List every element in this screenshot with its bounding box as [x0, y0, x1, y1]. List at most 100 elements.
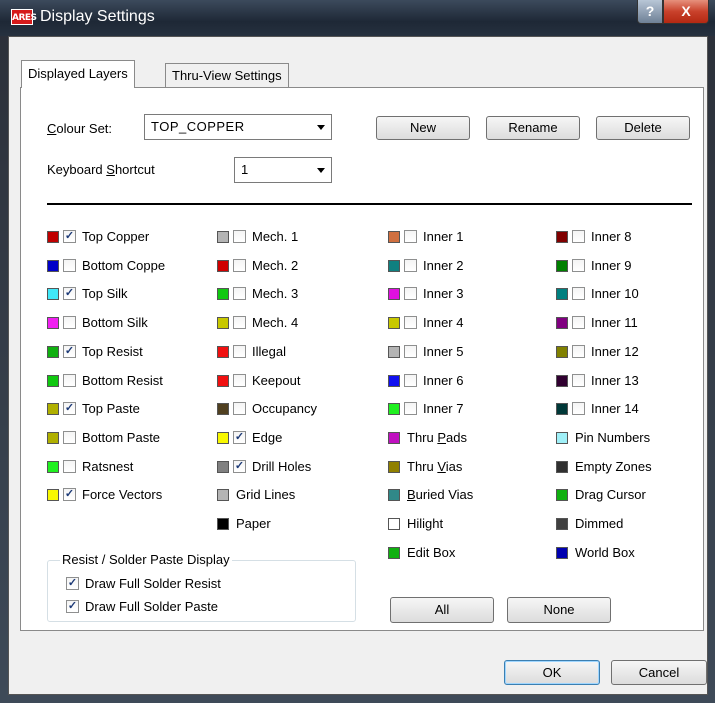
delete-button[interactable]: Delete — [596, 116, 690, 140]
layer-row-force-vectors[interactable]: ✓ Force Vectors — [47, 486, 207, 504]
layer-row-paper[interactable]: Paper — [217, 515, 377, 533]
keyboard-shortcut-dropdown[interactable]: 1 — [234, 157, 332, 183]
layer-visibility-checkbox[interactable] — [572, 402, 585, 415]
layer-row-mech-4[interactable]: Mech. 4 — [217, 314, 377, 332]
layer-colour-swatch[interactable] — [47, 461, 59, 473]
layer-row-inner-6[interactable]: Inner 6 — [388, 372, 548, 390]
layer-colour-swatch[interactable] — [217, 432, 229, 444]
layer-row-illegal[interactable]: Illegal — [217, 343, 377, 361]
select-all-button[interactable]: All — [390, 597, 494, 623]
layer-colour-swatch[interactable] — [556, 489, 568, 501]
layer-row-drag-cursor[interactable]: Drag Cursor — [556, 486, 715, 504]
tab-thru-view-settings[interactable]: Thru-View Settings — [165, 63, 289, 88]
layer-visibility-checkbox[interactable] — [233, 230, 246, 243]
layer-visibility-checkbox[interactable] — [233, 374, 246, 387]
cancel-button[interactable]: Cancel — [611, 660, 707, 685]
layer-colour-swatch[interactable] — [388, 231, 400, 243]
layer-colour-swatch[interactable] — [217, 375, 229, 387]
layer-colour-swatch[interactable] — [47, 288, 59, 300]
layer-colour-swatch[interactable] — [388, 489, 400, 501]
layer-row-empty-zones[interactable]: Empty Zones — [556, 458, 715, 476]
layer-colour-swatch[interactable] — [47, 317, 59, 329]
layer-row-edge[interactable]: ✓ Edge — [217, 429, 377, 447]
layer-colour-swatch[interactable] — [217, 288, 229, 300]
layer-row-occupancy[interactable]: Occupancy — [217, 400, 377, 418]
layer-colour-swatch[interactable] — [388, 432, 400, 444]
layer-row-bottom-resist[interactable]: Bottom Resist — [47, 372, 207, 390]
layer-colour-swatch[interactable] — [47, 375, 59, 387]
layer-row-keepout[interactable]: Keepout — [217, 372, 377, 390]
layer-colour-swatch[interactable] — [388, 461, 400, 473]
layer-visibility-checkbox[interactable] — [404, 316, 417, 329]
tab-displayed-layers[interactable]: Displayed Layers — [21, 60, 135, 88]
layer-row-pin-numbers[interactable]: Pin Numbers — [556, 429, 715, 447]
layer-visibility-checkbox[interactable] — [63, 259, 76, 272]
draw-full-solder-resist-option[interactable]: ✓ Draw Full Solder Resist — [66, 575, 346, 593]
layer-row-dimmed[interactable]: Dimmed — [556, 515, 715, 533]
layer-colour-swatch[interactable] — [388, 260, 400, 272]
layer-row-inner-11[interactable]: Inner 11 — [556, 314, 715, 332]
layer-colour-swatch[interactable] — [47, 403, 59, 415]
layer-colour-swatch[interactable] — [388, 375, 400, 387]
layer-colour-swatch[interactable] — [388, 403, 400, 415]
layer-visibility-checkbox[interactable] — [233, 259, 246, 272]
layer-row-bottom-coppe[interactable]: Bottom Coppe — [47, 257, 207, 275]
layer-colour-swatch[interactable] — [388, 288, 400, 300]
layer-colour-swatch[interactable] — [217, 317, 229, 329]
layer-colour-swatch[interactable] — [388, 317, 400, 329]
layer-visibility-checkbox[interactable] — [572, 316, 585, 329]
layer-visibility-checkbox[interactable] — [404, 259, 417, 272]
layer-row-inner-13[interactable]: Inner 13 — [556, 372, 715, 390]
layer-colour-swatch[interactable] — [556, 317, 568, 329]
layer-row-inner-5[interactable]: Inner 5 — [388, 343, 548, 361]
colour-set-dropdown[interactable]: TOP_COPPER — [144, 114, 332, 140]
layer-row-inner-2[interactable]: Inner 2 — [388, 257, 548, 275]
draw-full-solder-paste-checkbox[interactable]: ✓ — [66, 600, 79, 613]
layer-colour-swatch[interactable] — [556, 547, 568, 559]
layer-visibility-checkbox[interactable] — [404, 345, 417, 358]
layer-visibility-checkbox[interactable] — [63, 374, 76, 387]
layer-visibility-checkbox[interactable]: ✓ — [63, 488, 76, 501]
layer-visibility-checkbox[interactable] — [572, 259, 585, 272]
layer-row-inner-3[interactable]: Inner 3 — [388, 285, 548, 303]
layer-colour-swatch[interactable] — [217, 260, 229, 272]
layer-visibility-checkbox[interactable]: ✓ — [233, 431, 246, 444]
layer-visibility-checkbox[interactable]: ✓ — [63, 230, 76, 243]
layer-colour-swatch[interactable] — [217, 518, 229, 530]
ok-button[interactable]: OK — [504, 660, 600, 685]
layer-row-inner-9[interactable]: Inner 9 — [556, 257, 715, 275]
layer-visibility-checkbox[interactable] — [572, 230, 585, 243]
layer-row-bottom-silk[interactable]: Bottom Silk — [47, 314, 207, 332]
layer-colour-swatch[interactable] — [388, 346, 400, 358]
layer-row-world-box[interactable]: World Box — [556, 544, 715, 562]
layer-row-buried-vias[interactable]: Buried Vias — [388, 486, 548, 504]
layer-row-inner-8[interactable]: Inner 8 — [556, 228, 715, 246]
layer-visibility-checkbox[interactable] — [404, 287, 417, 300]
layer-row-inner-1[interactable]: Inner 1 — [388, 228, 548, 246]
layer-colour-swatch[interactable] — [556, 403, 568, 415]
layer-visibility-checkbox[interactable] — [233, 345, 246, 358]
layer-colour-swatch[interactable] — [47, 489, 59, 501]
draw-full-solder-paste-option[interactable]: ✓ Draw Full Solder Paste — [66, 598, 346, 616]
layer-visibility-checkbox[interactable]: ✓ — [63, 345, 76, 358]
layer-colour-swatch[interactable] — [47, 432, 59, 444]
layer-colour-swatch[interactable] — [217, 231, 229, 243]
layer-visibility-checkbox[interactable] — [572, 374, 585, 387]
layer-visibility-checkbox[interactable] — [63, 316, 76, 329]
layer-row-mech-3[interactable]: Mech. 3 — [217, 285, 377, 303]
layer-colour-swatch[interactable] — [556, 432, 568, 444]
layer-row-mech-1[interactable]: Mech. 1 — [217, 228, 377, 246]
layer-colour-swatch[interactable] — [217, 403, 229, 415]
help-button[interactable]: ? — [637, 0, 663, 24]
new-button[interactable]: New — [376, 116, 470, 140]
layer-row-inner-10[interactable]: Inner 10 — [556, 285, 715, 303]
layer-visibility-checkbox[interactable]: ✓ — [233, 460, 246, 473]
layer-visibility-checkbox[interactable] — [404, 230, 417, 243]
layer-colour-swatch[interactable] — [556, 288, 568, 300]
layer-colour-swatch[interactable] — [47, 260, 59, 272]
layer-row-top-paste[interactable]: ✓ Top Paste — [47, 400, 207, 418]
layer-visibility-checkbox[interactable]: ✓ — [63, 402, 76, 415]
layer-visibility-checkbox[interactable] — [404, 402, 417, 415]
layer-row-bottom-paste[interactable]: Bottom Paste — [47, 429, 207, 447]
layer-colour-swatch[interactable] — [217, 346, 229, 358]
